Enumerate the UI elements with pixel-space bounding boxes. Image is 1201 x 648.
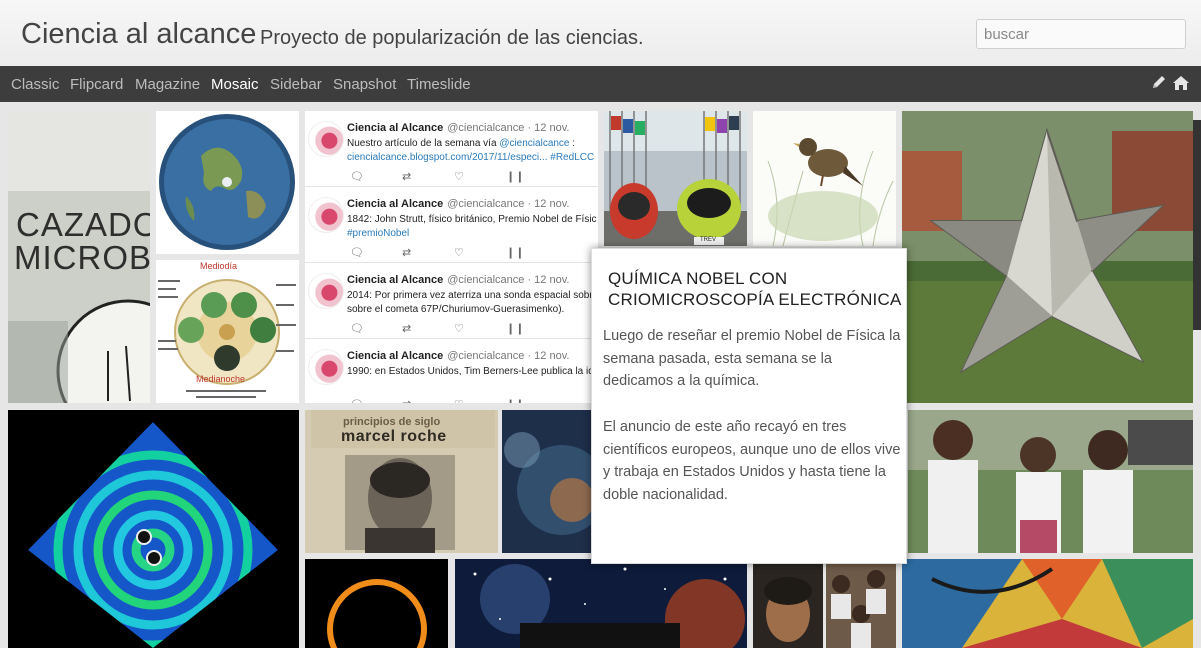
avatar[interactable]: [308, 273, 344, 309]
like-icon[interactable]: ♡: [454, 322, 506, 335]
tweet-item[interactable]: Ciencia al Alcance @ciencialcance · 12 no…: [305, 187, 598, 263]
tweet-text: 1842: John Strutt, físico británico, Pre…: [347, 214, 597, 239]
abstract-painting-image: [902, 559, 1193, 648]
star-sculpture-image: [902, 111, 1193, 403]
tweet-hashtag-link[interactable]: #premioNobel: [347, 228, 409, 239]
nav-item-sidebar[interactable]: Sidebar: [270, 76, 322, 93]
post-tile-painting[interactable]: [902, 559, 1193, 648]
nav-item-magazine[interactable]: Magazine: [135, 76, 200, 93]
view-nav-bar: Classic Flipcard Magazine Mosaic Sidebar…: [0, 66, 1201, 102]
pencil-icon[interactable]: [1150, 74, 1168, 92]
post-tile-microbe-hunters[interactable]: CAZADOR MICROBIO: [8, 111, 150, 403]
students-image: [826, 559, 896, 648]
like-icon[interactable]: ♡: [454, 246, 506, 259]
clock-bottom-label: Medianoche: [196, 374, 246, 384]
tweet-actions: 🗨︎⇄♡❙❙: [350, 398, 558, 403]
post-tile-portrait[interactable]: [753, 559, 823, 648]
post-paragraph-2: El anuncio de este año recayó en tres ci…: [603, 419, 901, 503]
reply-icon[interactable]: 🗨︎: [350, 398, 402, 403]
tweet-author[interactable]: Ciencia al Alcance @ciencialcance · 12 no…: [347, 274, 569, 286]
tweet-author[interactable]: Ciencia al Alcance @ciencialcance · 12 no…: [347, 350, 569, 362]
tweet-mention-link[interactable]: @ciencialcance: [499, 138, 569, 149]
post-tile-school-children[interactable]: [908, 410, 1193, 553]
nav-item-classic[interactable]: Classic: [11, 76, 59, 93]
blog-description: Proyecto de popularización de las cienci…: [260, 27, 644, 49]
post-tile-electric-cars[interactable]: TREV: [604, 111, 747, 246]
tweet-item[interactable]: Ciencia al Alcance @ciencialcance · 12 no…: [305, 339, 598, 403]
nebula-image: [502, 410, 598, 553]
roche-header-text: principios de siglo: [343, 416, 441, 428]
retweet-icon[interactable]: ⇄: [402, 170, 454, 183]
search-input[interactable]: [976, 19, 1186, 49]
clock-top-label: Mediodía: [200, 261, 238, 271]
post-title[interactable]: QUÍMICA NOBEL CON CRIOMICROSCOPÍA ELECTR…: [608, 268, 908, 310]
post-tile-gravitational-waves[interactable]: [8, 410, 299, 648]
solar-eclipse-image: [305, 559, 448, 648]
tweet-text: 1990: en Estados Unidos, Tim Berners-Lee…: [347, 366, 597, 377]
tweet-text: 2014: Por primera vez aterriza una sonda…: [347, 290, 597, 315]
tweet-actions: 🗨︎⇄♡❙❙: [350, 246, 558, 259]
portrait-image: [753, 559, 823, 648]
reply-icon[interactable]: 🗨︎: [350, 170, 402, 183]
home-icon[interactable]: [1172, 74, 1190, 92]
electric-cars-image: [604, 111, 747, 246]
reply-icon[interactable]: 🗨︎: [350, 246, 402, 259]
like-icon[interactable]: ♡: [454, 170, 506, 183]
post-tile-flat-earth[interactable]: [156, 111, 299, 254]
post-tile-star-sculpture[interactable]: [902, 111, 1193, 403]
roche-name-text: marcel roche: [341, 428, 447, 445]
nav-item-mosaic[interactable]: Mosaic: [211, 76, 259, 93]
flat-earth-map-image: [159, 114, 295, 250]
reply-icon[interactable]: 🗨︎: [350, 322, 402, 335]
avatar[interactable]: [308, 197, 344, 233]
post-paragraph-1: Luego de reseñar el premio Nobel de Físi…: [603, 328, 901, 389]
stats-icon[interactable]: ❙❙: [506, 170, 558, 183]
tweet-item[interactable]: Ciencia al Alcance @ciencialcance · 12 no…: [305, 111, 598, 187]
car-plate-text: TREV: [700, 237, 717, 243]
like-icon[interactable]: ♡: [454, 398, 506, 403]
tweet-text: Nuestro artículo de la semana vía @cienc…: [347, 137, 597, 165]
stats-icon[interactable]: ❙❙: [506, 398, 558, 403]
retweet-icon[interactable]: ⇄: [402, 322, 454, 335]
gravitational-wave-spiral-image: [8, 410, 299, 648]
tweet-link[interactable]: ciencialcance.blogspot.com/2017/11/espec…: [347, 152, 597, 163]
scroll-edge-strip: [1193, 120, 1201, 330]
avatar[interactable]: [308, 121, 344, 157]
post-tile-star-field[interactable]: [455, 559, 747, 648]
star-field-image: [455, 559, 747, 648]
post-tile-marcel-roche[interactable]: principios de siglo marcel roche: [305, 410, 498, 553]
avatar[interactable]: [308, 349, 344, 385]
tweet-author[interactable]: Ciencia al Alcance @ciencialcance · 12 no…: [347, 198, 569, 210]
retweet-icon[interactable]: ⇄: [402, 398, 454, 403]
blog-header: Ciencia al alcance Proyecto de populariz…: [0, 0, 1201, 67]
stats-icon[interactable]: ❙❙: [506, 246, 558, 259]
book-title-line2: MICROBIO: [14, 239, 150, 276]
blog-title[interactable]: Ciencia al alcance: [21, 18, 256, 51]
school-children-image: [908, 410, 1193, 553]
nav-item-snapshot[interactable]: Snapshot: [333, 76, 396, 93]
stats-icon[interactable]: ❙❙: [506, 322, 558, 335]
post-tile-students[interactable]: [826, 559, 896, 648]
retweet-icon[interactable]: ⇄: [402, 246, 454, 259]
bird-illustration-image: [753, 111, 896, 246]
post-tile-nebula[interactable]: [502, 410, 598, 553]
tweet-author[interactable]: Ciencia al Alcance @ciencialcance · 12 no…: [347, 122, 569, 134]
nav-item-timeslide[interactable]: Timeslide: [407, 76, 471, 93]
tweet-item[interactable]: Ciencia al Alcance @ciencialcance · 12 no…: [305, 263, 598, 339]
tweet-actions: 🗨︎⇄♡❙❙: [350, 170, 558, 183]
tweet-actions: 🗨︎⇄♡❙❙: [350, 322, 558, 335]
nav-item-flipcard[interactable]: Flipcard: [70, 76, 123, 93]
post-tile-solar-eclipse[interactable]: [305, 559, 448, 648]
post-tile-biological-clock[interactable]: Mediodía Medianoche: [156, 260, 299, 403]
twitter-timeline-widget: Ciencia al Alcance @ciencialcance · 12 no…: [305, 111, 598, 403]
post-tile-bird[interactable]: [753, 111, 896, 246]
post-summary-popup[interactable]: QUÍMICA NOBEL CON CRIOMICROSCOPÍA ELECTR…: [591, 248, 907, 564]
